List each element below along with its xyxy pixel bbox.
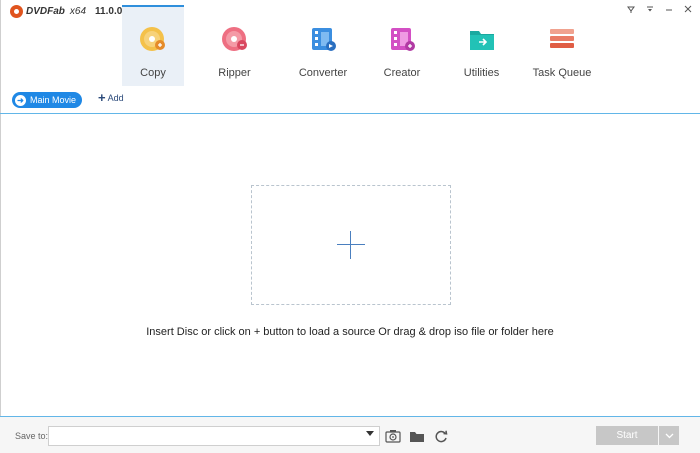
pin-icon[interactable]	[625, 3, 637, 15]
tab-creator[interactable]: Creator	[364, 5, 440, 86]
tab-task-queue-label: Task Queue	[532, 67, 592, 79]
browse-folder-button[interactable]	[406, 426, 428, 446]
utilities-folder-icon	[469, 31, 494, 50]
add-source-plus-icon	[337, 231, 365, 259]
window-controls	[625, 3, 694, 15]
tab-utilities[interactable]: Utilities	[440, 5, 523, 86]
arrow-right-icon: ➜	[15, 94, 26, 106]
app-brand: DVDFab	[26, 5, 65, 17]
app-arch: x64	[69, 5, 87, 17]
main-movie-button[interactable]: ➜ Main Movie	[12, 92, 83, 108]
converter-film-icon	[312, 28, 336, 51]
dvdfab-logo-icon	[10, 4, 23, 18]
refresh-icon	[435, 430, 448, 443]
tab-ripper[interactable]: Ripper	[187, 5, 282, 86]
sub-toolbar: ➜ Main Movie + Add	[0, 90, 700, 112]
chevron-down-icon	[665, 433, 673, 438]
folder-icon	[410, 431, 424, 442]
start-options-button[interactable]	[659, 426, 679, 445]
tab-utilities-label: Utilities	[463, 67, 500, 79]
bottom-bar: Save to: Start	[0, 417, 700, 453]
tab-converter[interactable]: Converter	[282, 5, 364, 86]
main-movie-label: Main Movie	[30, 95, 77, 105]
save-to-input[interactable]	[48, 426, 380, 446]
task-queue-icon	[550, 29, 574, 48]
refresh-button[interactable]	[430, 426, 452, 446]
menu-icon[interactable]	[644, 3, 656, 15]
ripper-disc-icon	[221, 27, 247, 51]
tab-ripper-label: Ripper	[218, 67, 251, 79]
chevron-down-icon[interactable]	[366, 431, 374, 436]
copy-disc-icon	[140, 27, 165, 51]
save-to-label: Save to:	[15, 431, 49, 441]
add-label: Add	[107, 93, 124, 103]
window-left-border	[0, 0, 1, 453]
add-source-dropzone[interactable]	[251, 185, 451, 305]
module-nav: Copy Ripper Converter Creator Utilities …	[122, 5, 601, 86]
tab-creator-label: Creator	[383, 67, 421, 79]
tab-converter-label: Converter	[298, 67, 348, 79]
creator-film-icon	[391, 28, 415, 51]
close-icon[interactable]	[682, 3, 694, 15]
save-as-iso-button[interactable]	[382, 426, 404, 446]
minimize-icon[interactable]	[663, 3, 675, 15]
iso-disc-icon	[385, 430, 401, 443]
tab-copy[interactable]: Copy	[122, 5, 184, 86]
toolbar-separator	[0, 113, 700, 114]
start-button[interactable]: Start	[596, 426, 658, 445]
tab-copy-label: Copy	[140, 67, 166, 79]
app-logo: DVDFab x64 11.0.0.4	[10, 3, 131, 19]
tab-task-queue[interactable]: Task Queue	[523, 5, 601, 86]
plus-icon: +	[98, 90, 106, 105]
dropzone-hint: Insert Disc or click on + button to load…	[146, 326, 554, 338]
add-button[interactable]: + Add	[98, 90, 124, 105]
